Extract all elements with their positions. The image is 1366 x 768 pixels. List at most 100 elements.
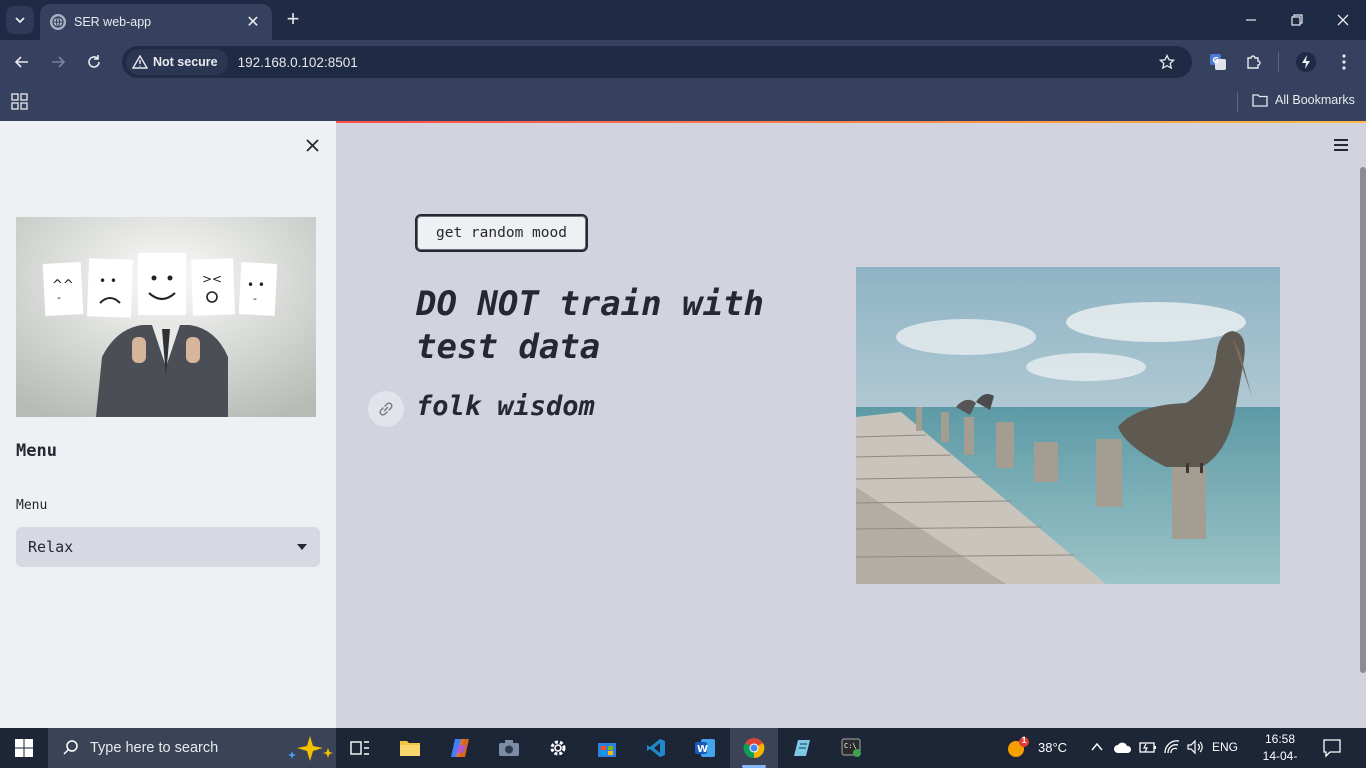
browser-menu-button[interactable] bbox=[1330, 48, 1358, 76]
forward-button[interactable] bbox=[44, 48, 72, 76]
svg-text:G: G bbox=[1213, 56, 1220, 65]
taskbar-search[interactable]: Type here to search bbox=[48, 728, 336, 768]
show-hidden-icons-button[interactable] bbox=[1090, 740, 1104, 759]
chrome-icon bbox=[743, 738, 765, 759]
temperature-label: 38°C bbox=[1038, 740, 1068, 755]
all-bookmarks-button[interactable]: All Bookmarks bbox=[1252, 93, 1355, 107]
word-app[interactable]: W bbox=[681, 728, 729, 768]
translate-extension[interactable]: G bbox=[1204, 48, 1232, 76]
taskbar-search-placeholder: Type here to search bbox=[90, 740, 219, 756]
restore-icon bbox=[1291, 14, 1303, 26]
all-bookmarks-label: All Bookmarks bbox=[1275, 93, 1355, 107]
vscode-icon bbox=[647, 739, 665, 757]
hamburger-icon bbox=[1334, 139, 1348, 151]
camera-icon bbox=[499, 740, 519, 756]
url-text: 192.168.0.102:8501 bbox=[237, 54, 358, 70]
volume-icon[interactable] bbox=[1186, 739, 1204, 760]
warning-icon bbox=[132, 55, 148, 69]
file-explorer-app[interactable] bbox=[386, 728, 434, 768]
notifications-button[interactable] bbox=[1322, 738, 1342, 763]
wifi-icon[interactable] bbox=[1163, 739, 1181, 760]
restore-button[interactable] bbox=[1274, 0, 1320, 40]
chevron-up-icon bbox=[1091, 742, 1103, 751]
store-icon bbox=[598, 743, 616, 757]
sidebar-close-button[interactable] bbox=[302, 135, 322, 155]
menu-select[interactable]: Relax bbox=[16, 527, 320, 567]
bookmark-star-icon[interactable] bbox=[1152, 54, 1182, 70]
close-icon bbox=[305, 138, 319, 152]
tab-search-button[interactable] bbox=[6, 6, 34, 34]
notification-icon bbox=[1323, 739, 1341, 758]
sparkle-icon bbox=[288, 736, 333, 761]
terminal-icon: C:\ bbox=[841, 738, 861, 757]
vscode-app[interactable] bbox=[632, 728, 680, 768]
svg-text:C:\: C:\ bbox=[844, 742, 857, 750]
reload-icon bbox=[88, 55, 100, 68]
weather-icon[interactable]: 1 bbox=[1004, 735, 1030, 765]
settings-app[interactable] bbox=[534, 728, 582, 768]
link-icon bbox=[379, 402, 393, 416]
minimize-button[interactable] bbox=[1228, 0, 1274, 40]
apps-grid-icon[interactable] bbox=[11, 93, 28, 115]
main-scrollbar[interactable] bbox=[1360, 167, 1366, 673]
google-translate-icon: G bbox=[1210, 54, 1226, 70]
pelican-pier-photo bbox=[856, 267, 1280, 584]
sidebar: ^^ - • • >< • • - Menu Menu Relax bbox=[0, 121, 336, 728]
new-tab-button[interactable]: + bbox=[282, 8, 304, 32]
app-menu-button[interactable] bbox=[1332, 137, 1352, 155]
tab-title: SER web-app bbox=[74, 15, 152, 29]
notepad-app[interactable] bbox=[779, 728, 827, 768]
menu-select-value: Relax bbox=[28, 538, 74, 556]
notepad-icon bbox=[794, 740, 810, 756]
globe-icon bbox=[50, 14, 66, 30]
header-decoration bbox=[336, 121, 1366, 123]
windows-taskbar: Type here to search W C:\ 1 38°C ENG 16:… bbox=[0, 728, 1366, 768]
word-icon: W bbox=[695, 739, 715, 757]
toolbar-divider bbox=[1278, 52, 1279, 72]
svg-text:W: W bbox=[697, 744, 708, 755]
browser-toolbar: Not secure 192.168.0.102:8501 G bbox=[0, 40, 1366, 84]
back-button[interactable] bbox=[8, 48, 36, 76]
chrome-app[interactable] bbox=[730, 728, 778, 768]
sidebar-heading: Menu bbox=[16, 441, 57, 461]
caret-down-icon bbox=[297, 544, 307, 550]
profile-button[interactable] bbox=[1292, 48, 1320, 76]
anchor-link-button[interactable] bbox=[368, 391, 404, 427]
copilot-app[interactable] bbox=[436, 728, 484, 768]
quote-heading: DO NOT train with test data bbox=[416, 284, 764, 367]
svg-text:-: - bbox=[253, 292, 257, 305]
moods-illustration: ^^ - • • >< • • - bbox=[16, 217, 316, 417]
svg-text:• •: • • bbox=[247, 278, 265, 292]
camera-app[interactable] bbox=[485, 728, 533, 768]
browser-titlebar: SER web-app ✕ + bbox=[0, 0, 1366, 40]
arrow-right-icon bbox=[52, 56, 66, 68]
main-content: get random mood DO NOT train with test d… bbox=[336, 121, 1366, 728]
language-indicator[interactable]: ENG bbox=[1212, 740, 1238, 754]
gear-icon bbox=[550, 740, 566, 756]
clock[interactable]: 16:58 14-04-2025 bbox=[1250, 731, 1310, 768]
menu-select-label: Menu bbox=[16, 498, 48, 513]
security-chip[interactable]: Not secure bbox=[126, 49, 228, 75]
task-view-button[interactable] bbox=[336, 728, 384, 768]
clock-time: 16:58 bbox=[1264, 732, 1296, 746]
reload-button[interactable] bbox=[80, 48, 108, 76]
puzzle-icon bbox=[1247, 55, 1261, 69]
close-window-button[interactable] bbox=[1320, 0, 1366, 40]
get-random-mood-button[interactable]: get random mood bbox=[415, 214, 588, 252]
start-button[interactable] bbox=[0, 728, 48, 768]
tab-close-icon[interactable]: ✕ bbox=[244, 12, 262, 32]
bookmarks-bar: All Bookmarks bbox=[0, 84, 1366, 121]
onedrive-icon[interactable] bbox=[1113, 740, 1133, 759]
browser-tab[interactable]: SER web-app ✕ bbox=[40, 4, 272, 40]
close-icon bbox=[1337, 14, 1349, 26]
terminal-app[interactable]: C:\ bbox=[828, 728, 876, 768]
extensions-button[interactable] bbox=[1240, 48, 1268, 76]
address-bar[interactable]: Not secure 192.168.0.102:8501 bbox=[122, 46, 1192, 78]
arrow-left-icon bbox=[14, 56, 28, 68]
minimize-icon bbox=[1246, 19, 1256, 21]
task-view-icon bbox=[350, 741, 369, 755]
microsoft-store-app[interactable] bbox=[583, 728, 631, 768]
svg-text:-: - bbox=[57, 291, 61, 304]
lightning-icon bbox=[1296, 52, 1316, 72]
battery-icon[interactable] bbox=[1139, 740, 1157, 759]
